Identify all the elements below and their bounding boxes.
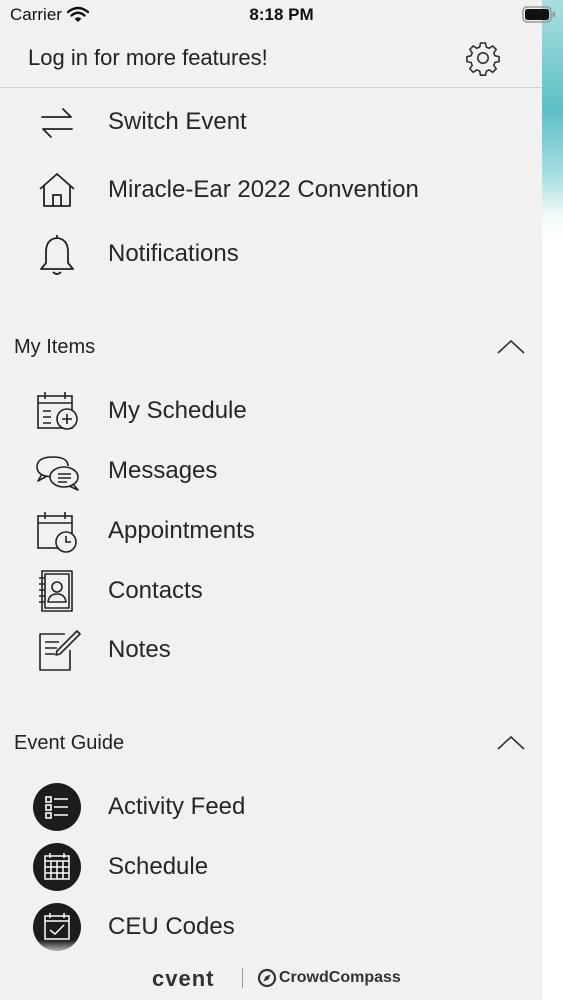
menu-item-messages[interactable]: Messages xyxy=(0,443,542,499)
section-title-event-guide: Event Guide xyxy=(14,732,125,754)
list-icon xyxy=(33,783,81,831)
menu-item-label: Notifications xyxy=(108,240,239,267)
login-prompt[interactable]: Log in for more features! xyxy=(28,45,268,71)
bell-icon xyxy=(40,235,74,275)
chat-bubbles-icon xyxy=(36,456,79,491)
menu-item-contacts[interactable]: Contacts xyxy=(0,563,542,619)
menu-item-label: My Schedule xyxy=(108,397,247,424)
menu-item-label: Contacts xyxy=(108,577,203,604)
menu-item-activity-feed[interactable]: Activity Feed xyxy=(0,779,542,835)
chevron-up-icon[interactable] xyxy=(497,339,525,355)
menu-item-label: Miracle-Ear 2022 Convention xyxy=(108,176,419,203)
calendar-clock-icon xyxy=(37,512,77,553)
status-time: 8:18 PM xyxy=(249,5,314,24)
menu-item-label: Messages xyxy=(108,457,218,484)
menu-item-label: Schedule xyxy=(108,853,209,880)
menu-item-label: Notes xyxy=(108,636,171,663)
menu-item-switch-event[interactable]: Switch Event xyxy=(0,94,542,150)
crowdcompass-logo: CrowdCompass xyxy=(279,969,401,986)
app-screen: Carrier 8:18 PM Log in for more features… xyxy=(0,0,563,1000)
chevron-up-icon[interactable] xyxy=(497,735,525,751)
calendar-grid-icon xyxy=(33,843,81,891)
menu-item-my-schedule[interactable]: My Schedule xyxy=(0,383,542,439)
battery-icon xyxy=(522,6,555,23)
menu-item-schedule[interactable]: Schedule xyxy=(0,839,542,895)
footer-divider xyxy=(242,968,243,988)
cvent-logo: cvent xyxy=(152,966,215,991)
gear-icon[interactable] xyxy=(465,40,501,76)
menu-item-event-home[interactable]: Miracle-Ear 2022 Convention xyxy=(0,162,542,218)
menu-item-label: Switch Event xyxy=(108,108,247,135)
menu-item-label: Activity Feed xyxy=(108,793,246,820)
address-book-icon xyxy=(39,570,73,612)
status-bar: Carrier 8:18 PM xyxy=(0,0,563,30)
side-menu-drawer: Carrier 8:18 PM Log in for more features… xyxy=(0,0,555,1000)
compass-icon xyxy=(257,968,277,988)
menu-item-appointments[interactable]: Appointments xyxy=(0,503,542,559)
menu-item-label: CEU Codes xyxy=(108,913,235,940)
section-title-my-items: My Items xyxy=(14,336,96,358)
background-content-peek[interactable] xyxy=(542,0,563,1000)
menu-item-label: Appointments xyxy=(108,517,255,544)
switch-arrows-icon xyxy=(41,108,73,138)
home-icon xyxy=(39,173,75,207)
note-pencil-icon xyxy=(39,630,81,671)
menu-item-notifications[interactable]: Notifications xyxy=(0,226,542,282)
menu-item-notes[interactable]: Notes xyxy=(0,622,542,678)
calendar-add-icon xyxy=(37,392,78,430)
powered-by-footer: cvent CrowdCompass xyxy=(0,940,542,1000)
drawer-header: Log in for more features! xyxy=(0,30,542,88)
